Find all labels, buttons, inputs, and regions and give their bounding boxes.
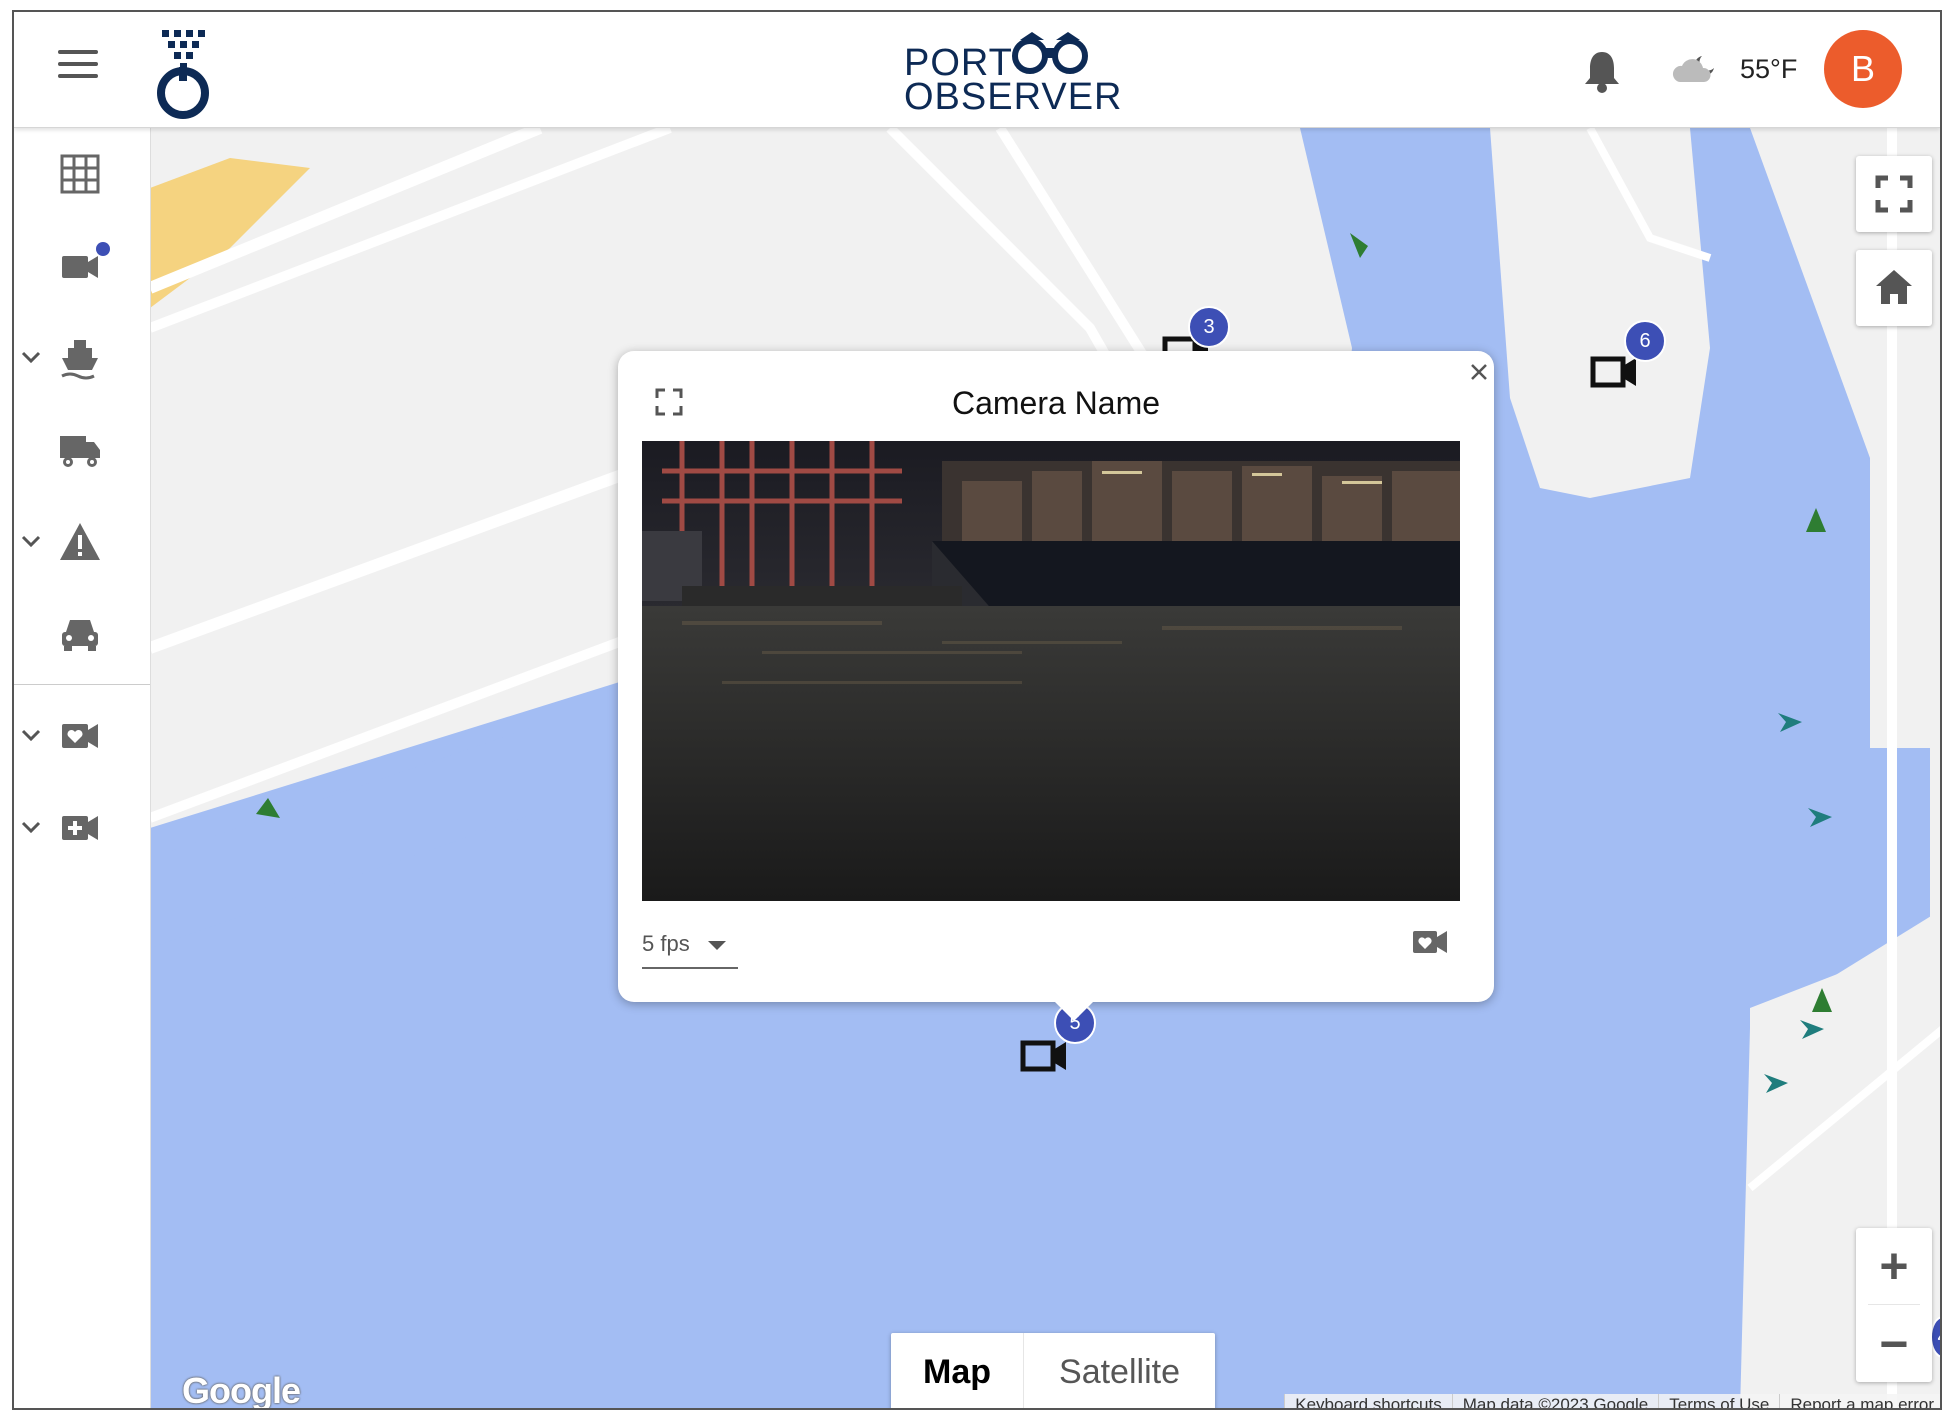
camera-video-feed[interactable]	[642, 441, 1460, 901]
close-icon[interactable]	[1468, 361, 1490, 383]
report-map-error-link[interactable]: Report a map error	[1779, 1394, 1940, 1408]
keyboard-shortcuts-link[interactable]: Keyboard shortcuts	[1284, 1394, 1451, 1408]
home-icon	[1876, 270, 1912, 304]
brand-line2: OBSERVER	[904, 76, 1123, 118]
zoom-in-button[interactable]: +	[1856, 1228, 1932, 1304]
video-heart-icon[interactable]	[1411, 929, 1449, 955]
warning-icon	[60, 523, 100, 560]
app-window: PORT OBSERVER 55°F B 3 6 5 + − Map Satel…	[12, 10, 1942, 1410]
port-observer-logo: PORT OBSERVER	[890, 20, 1121, 120]
company-logo	[157, 30, 209, 119]
ship-icon	[61, 340, 98, 380]
chevron-down-icon[interactable]	[20, 346, 42, 368]
camera-count-badge[interactable]: 6	[1624, 320, 1666, 362]
fps-value: 5 fps	[642, 931, 690, 956]
map-canvas[interactable]: 3 6 5 4 + − Map Sate	[150, 128, 1940, 1410]
top-bar: PORT OBSERVER 55°F B	[14, 12, 1940, 128]
fullscreen-button[interactable]	[1856, 156, 1932, 232]
map-data-text: Map data ©2023 Google	[1451, 1394, 1659, 1408]
sidebar-item-vehicles[interactable]	[14, 588, 150, 680]
temperature-readout: 55°F	[1740, 54, 1798, 84]
menu-icon[interactable]	[58, 50, 98, 80]
map-type-map[interactable]: Map	[891, 1333, 1023, 1408]
sidebar-item-favorite-cameras[interactable]	[14, 690, 150, 782]
video-frame	[642, 441, 1460, 901]
sidebar-item-trucks[interactable]	[14, 404, 150, 496]
zoom-divider	[1868, 1304, 1920, 1305]
left-sidebar	[14, 128, 151, 1408]
chevron-down-icon[interactable]	[20, 724, 42, 746]
video-camera-icon[interactable]	[1590, 354, 1640, 390]
caret-down-icon	[708, 941, 726, 950]
sidebar-item-alerts[interactable]	[14, 496, 150, 588]
partly-cloudy-night-icon	[1672, 56, 1714, 82]
chevron-down-icon[interactable]	[20, 816, 42, 838]
notification-dot	[96, 242, 110, 256]
camera-name: Camera Name	[951, 385, 1161, 421]
bell-icon[interactable]	[1582, 48, 1622, 94]
home-button[interactable]	[1856, 250, 1932, 326]
sidebar-item-grid[interactable]	[14, 128, 150, 220]
truck-icon	[60, 436, 100, 467]
user-avatar[interactable]: B	[1824, 30, 1902, 108]
google-logo: Google	[182, 1370, 301, 1410]
video-plus-icon	[62, 816, 98, 840]
fps-select[interactable]: 5 fps	[642, 921, 738, 969]
popup-pointer	[1052, 999, 1096, 1021]
sidebar-item-cameras[interactable]	[14, 220, 150, 312]
video-camera-icon[interactable]	[1020, 1038, 1070, 1074]
fullscreen-icon	[1875, 175, 1913, 213]
camera-count-badge[interactable]: 3	[1188, 306, 1230, 348]
map-attribution: Keyboard shortcuts Map data ©2023 Google…	[1284, 1394, 1940, 1408]
binoculars-icon	[1012, 32, 1088, 74]
zoom-out-button[interactable]: −	[1856, 1306, 1932, 1382]
video-heart-icon	[62, 724, 98, 748]
sidebar-divider	[14, 684, 150, 685]
chevron-down-icon[interactable]	[20, 530, 42, 552]
sidebar-item-add-camera[interactable]	[14, 782, 150, 874]
grid-icon	[60, 154, 100, 194]
car-icon	[62, 620, 98, 651]
map-type-satellite[interactable]: Satellite	[1024, 1333, 1215, 1408]
zoom-controls: + −	[1856, 1228, 1932, 1382]
terms-of-use-link[interactable]: Terms of Use	[1658, 1394, 1779, 1408]
map-type-control: Map Satellite	[891, 1333, 1215, 1408]
camera-popup: Camera Name 5 fps	[618, 351, 1494, 1021]
sidebar-item-vessels[interactable]	[14, 312, 150, 404]
